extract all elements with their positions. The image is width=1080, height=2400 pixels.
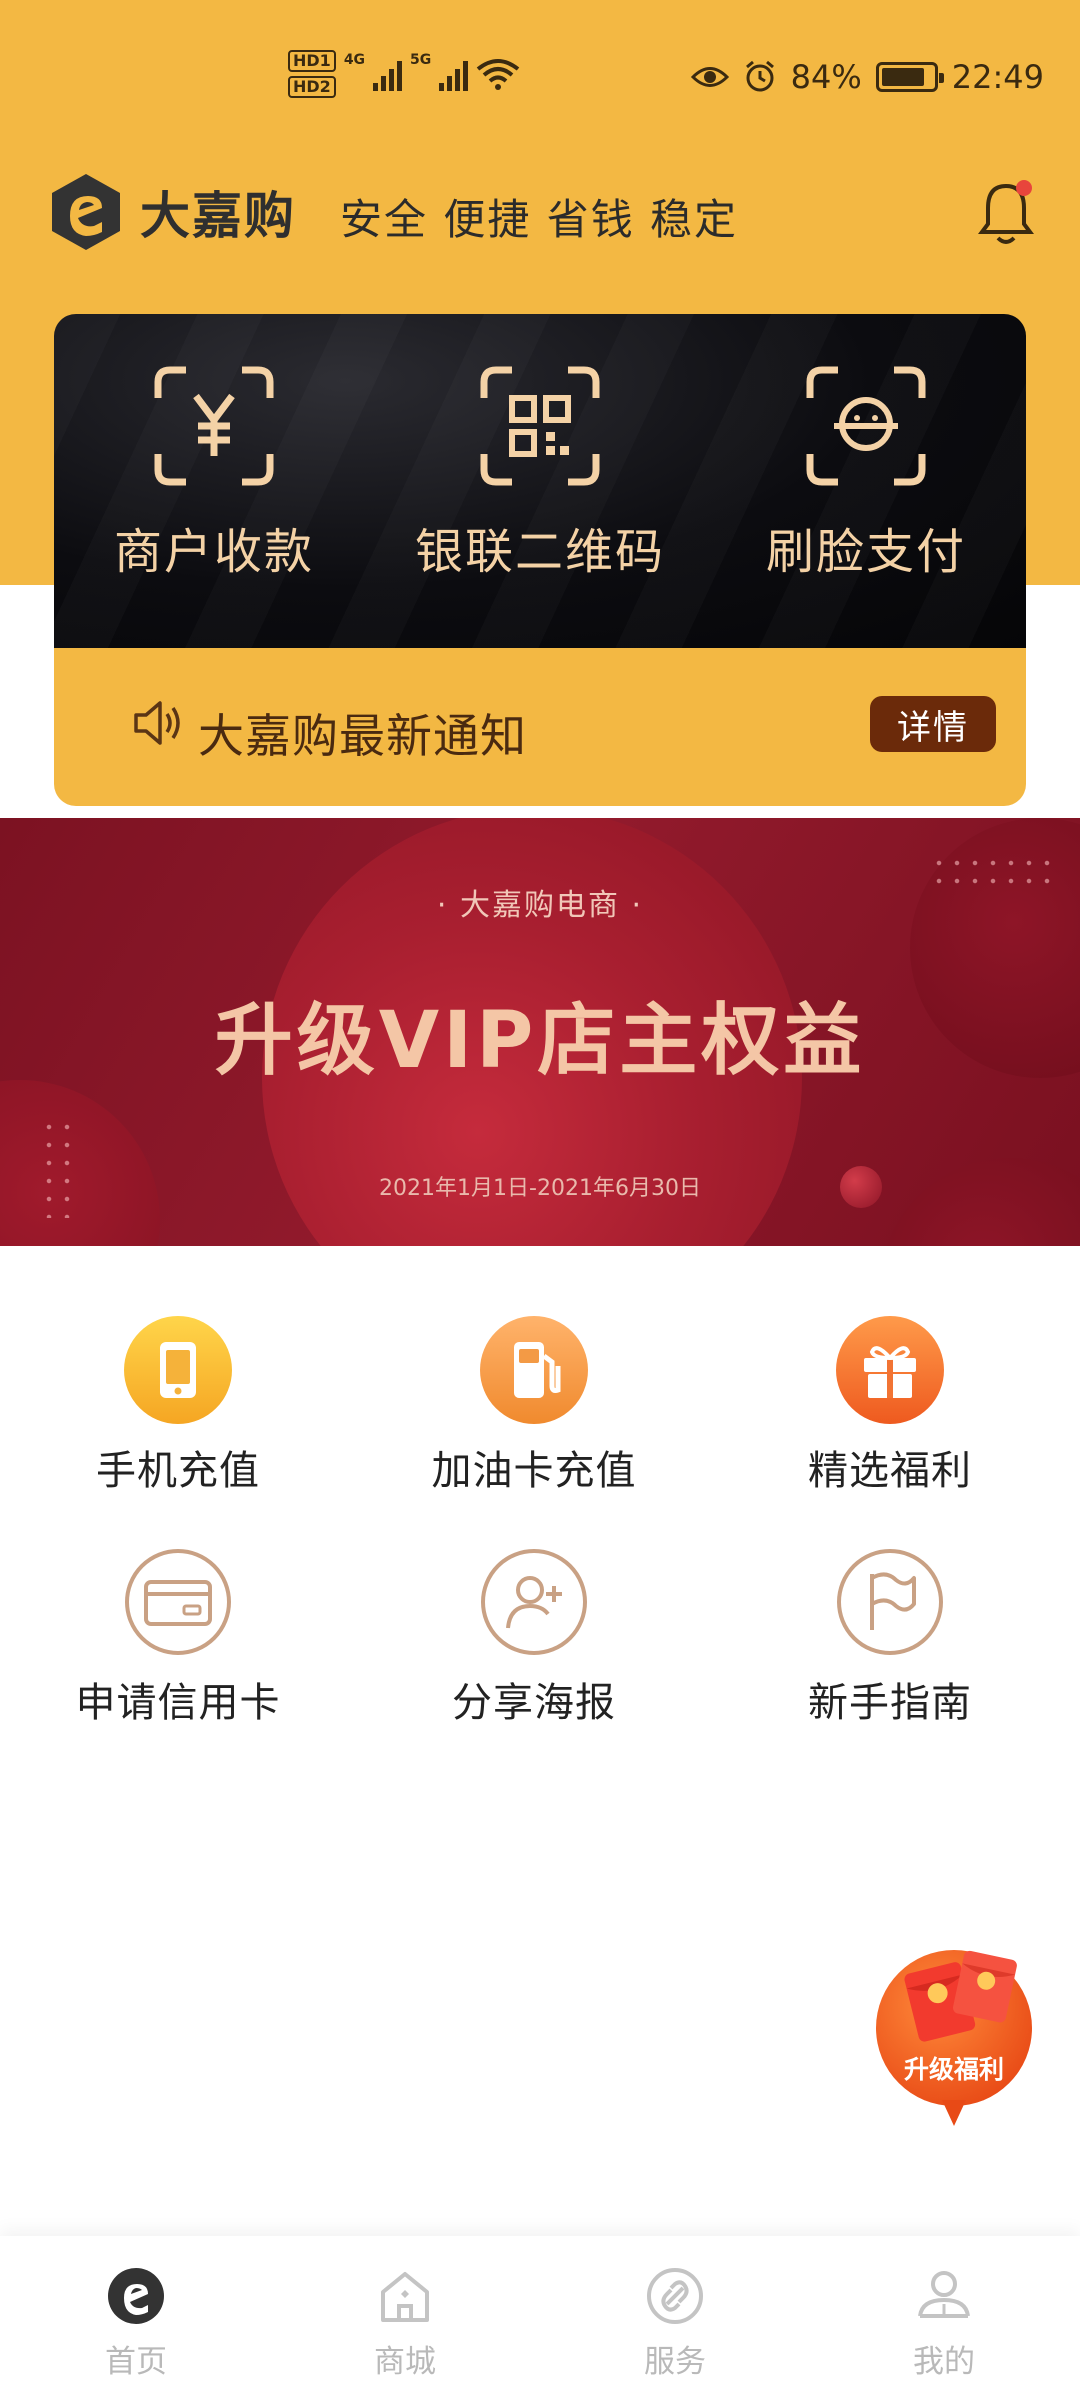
- unionpay-qr-label: 银联二维码: [414, 524, 665, 580]
- hd1-badge: HD1: [288, 50, 336, 72]
- app-header: 大嘉购 安全 便捷 省钱 稳定: [48, 168, 1038, 258]
- credit-card-icon: [124, 1548, 232, 1656]
- notice-text: 大嘉购最新通知: [198, 709, 527, 763]
- banner-date: 2021年1月1日-2021年6月30日: [379, 1176, 701, 1201]
- mobile-recharge-button[interactable]: 手机充值: [28, 1316, 328, 1496]
- hd2-badge: HD2: [288, 76, 336, 98]
- status-right: 84% 22:49: [690, 58, 1044, 96]
- share-poster-button[interactable]: 分享海报: [384, 1548, 684, 1728]
- face-pay-label: 刷脸支付: [765, 524, 966, 580]
- fuel-pump-icon: [480, 1316, 588, 1424]
- profile-icon: [918, 2271, 970, 2318]
- unionpay-qr-button[interactable]: 银联二维码: [380, 362, 700, 582]
- signal-bars-icon: [373, 57, 403, 91]
- vip-promo-banner[interactable]: · 大嘉购电商 · 升级VIP店主权益 2021年1月1日-2021年6月30日: [0, 818, 1080, 1246]
- home-logo-icon: [108, 2268, 164, 2324]
- wifi-icon: [477, 59, 520, 90]
- link-icon: [647, 2268, 703, 2324]
- tab-mall-label: 商城: [374, 2344, 436, 2380]
- mall-icon: [381, 2272, 429, 2322]
- tab-home[interactable]: 首页: [36, 2266, 236, 2381]
- flag-icon: [836, 1548, 944, 1656]
- notification-bell-icon[interactable]: [974, 176, 1038, 250]
- fuel-card-recharge-button[interactable]: 加油卡充值: [384, 1316, 684, 1496]
- credit-card-apply-label: 申请信用卡: [75, 1680, 281, 1726]
- featured-benefits-button[interactable]: 精选福利: [740, 1316, 1040, 1496]
- mobile-recharge-label: 手机充值: [96, 1448, 260, 1494]
- tab-profile[interactable]: 我的: [844, 2266, 1044, 2381]
- battery-icon: [875, 62, 944, 92]
- clock: 22:49: [951, 58, 1044, 96]
- battery-percent: 84%: [790, 58, 862, 96]
- bottom-tab-bar: 首页 商城 服务 我的: [0, 2236, 1080, 2400]
- banner-title: 升级VIP店主权益: [214, 996, 866, 1086]
- merchant-collect-button[interactable]: 商户收款: [54, 362, 374, 582]
- yuan-scan-icon: [154, 366, 274, 486]
- face-scan-icon: [806, 366, 926, 486]
- phone-icon: [124, 1316, 232, 1424]
- upgrade-benefits-floating-button[interactable]: 升级福利: [872, 1940, 1036, 2130]
- banner-subtitle: · 大嘉购电商 ·: [436, 888, 644, 923]
- payment-panel: 商户收款 银联二维码 刷脸支付: [54, 314, 1026, 648]
- tab-home-label: 首页: [105, 2344, 167, 2380]
- signal-group: HD1 HD2 4G 5G: [288, 50, 520, 98]
- red-envelope-icon: [876, 1950, 1032, 2126]
- hd-badges: HD1 HD2: [288, 50, 336, 98]
- brand-slogan: 安全 便捷 省钱 稳定: [340, 195, 739, 244]
- payment-card: 商户收款 银联二维码 刷脸支付 大嘉购最新通知 详情: [54, 314, 1026, 806]
- tab-profile-label: 我的: [913, 2344, 975, 2380]
- network-5g-label: 5G: [410, 52, 432, 68]
- beginner-guide-label: 新手指南: [808, 1680, 972, 1726]
- merchant-collect-label: 商户收款: [113, 524, 314, 580]
- tab-service[interactable]: 服务: [575, 2266, 775, 2381]
- tab-mall[interactable]: 商城: [305, 2266, 505, 2381]
- qr-code-icon: [480, 366, 600, 486]
- gift-icon: [836, 1316, 944, 1424]
- eye-icon: [690, 67, 729, 87]
- featured-benefits-label: 精选福利: [808, 1448, 972, 1494]
- share-poster-label: 分享海报: [452, 1680, 616, 1726]
- speaker-icon: [134, 701, 180, 745]
- brand-name: 大嘉购: [140, 187, 296, 245]
- fuel-card-recharge-label: 加油卡充值: [431, 1448, 637, 1494]
- banner-dots: [40, 1118, 82, 1218]
- notice-bar[interactable]: 大嘉购最新通知 详情: [54, 648, 1026, 806]
- notice-detail-button[interactable]: 详情: [870, 696, 996, 752]
- brand-logo-icon: [52, 174, 120, 250]
- add-user-icon: [480, 1548, 588, 1656]
- tab-service-label: 服务: [644, 2344, 706, 2380]
- status-bar: HD1 HD2 4G 5G 84% 22:49: [0, 40, 1080, 120]
- beginner-guide-button[interactable]: 新手指南: [740, 1548, 1040, 1728]
- signal-bars-icon: [439, 57, 469, 91]
- upgrade-benefits-label: 升级福利: [903, 2055, 1004, 2084]
- face-pay-button[interactable]: 刷脸支付: [706, 362, 1026, 582]
- credit-card-apply-button[interactable]: 申请信用卡: [28, 1548, 328, 1728]
- network-4g-label: 4G: [343, 52, 366, 68]
- alarm-icon: [745, 60, 774, 92]
